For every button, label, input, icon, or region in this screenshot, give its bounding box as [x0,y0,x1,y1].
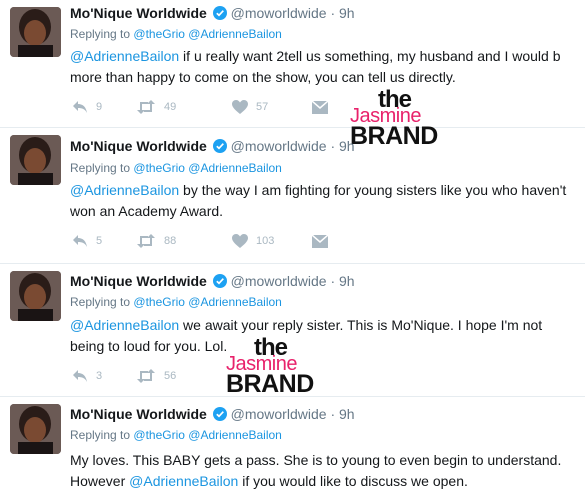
timestamp[interactable]: 9h [339,5,355,21]
tweet-header: Mo'Nique Worldwide @moworldwide · 9h [70,4,355,22]
replying-to: Replying to @theGrio @AdrienneBailon [70,428,282,443]
author-name[interactable]: Mo'Nique Worldwide [70,5,207,21]
retweet-icon [136,234,156,248]
avatar[interactable] [10,271,61,321]
author-handle[interactable]: @moworldwide [231,138,327,154]
author-handle[interactable]: @moworldwide [231,5,327,21]
avatar[interactable] [10,404,61,454]
body-mention[interactable]: @AdrienneBailon [129,473,238,489]
replying-mention[interactable]: @AdrienneBailon [188,428,282,442]
dm-button[interactable] [312,97,328,117]
like-count: 57 [256,101,269,113]
verified-badge-icon [212,6,227,20]
like-count: 103 [256,235,275,247]
reply-icon [72,100,88,114]
body-mention[interactable]: @AdrienneBailon [70,182,179,198]
tweet-3[interactable]: Mo'Nique Worldwide @moworldwide · 9h Rep… [0,264,585,397]
replying-to: Replying to @theGrio @AdrienneBailon [70,27,282,42]
replying-to: Replying to @theGrio @AdrienneBailon [70,295,282,310]
author-name[interactable]: Mo'Nique Worldwide [70,273,207,289]
replying-mention[interactable]: @AdrienneBailon [188,161,282,175]
avatar[interactable] [10,7,61,57]
replying-mention[interactable]: @theGrio [133,295,185,309]
retweet-button[interactable]: 49 [136,97,176,117]
tweet-text: @AdrienneBailon we await your reply sist… [70,315,575,357]
separator-dot: · [330,138,336,154]
tweet-header: Mo'Nique Worldwide @moworldwide · 9h [70,137,355,155]
like-button[interactable]: 57 [232,97,268,117]
retweet-count: 49 [164,101,177,113]
watermark-jasmine: Jasmine [350,105,421,127]
verified-badge-icon [212,407,227,421]
reply-count: 9 [96,101,103,113]
separator-dot: · [330,406,336,422]
reply-button[interactable]: 3 [72,366,102,386]
reply-icon [72,369,88,383]
author-name[interactable]: Mo'Nique Worldwide [70,406,207,422]
retweet-button[interactable]: 88 [136,231,176,251]
replying-mention[interactable]: @theGrio [133,27,185,41]
replying-mention[interactable]: @AdrienneBailon [188,295,282,309]
tweet-text: @AdrienneBailon if u really want 2tell u… [70,46,575,88]
body-mention[interactable]: @AdrienneBailon [70,317,179,333]
reply-button[interactable]: 9 [72,97,102,117]
heart-icon [232,234,248,248]
replying-prefix: Replying to [70,27,131,41]
tweet-4[interactable]: Mo'Nique Worldwide @moworldwide · 9h Rep… [0,397,585,493]
watermark-the: the [378,86,412,113]
author-handle[interactable]: @moworldwide [231,273,327,289]
watermark-jasmine: Jasmine [226,353,297,375]
envelope-icon [312,100,328,114]
tweet-2[interactable]: Mo'Nique Worldwide @moworldwide · 9h Rep… [0,128,585,264]
tweet-header: Mo'Nique Worldwide @moworldwide · 9h [70,405,355,423]
replying-prefix: Replying to [70,161,131,175]
replying-prefix: Replying to [70,428,131,442]
verified-badge-icon [212,139,227,153]
tweet-1[interactable]: Mo'Nique Worldwide @moworldwide · 9h Rep… [0,0,585,149]
envelope-icon [312,234,328,248]
retweet-icon [136,100,156,114]
replying-prefix: Replying to [70,295,131,309]
retweet-button[interactable]: 56 [136,366,176,386]
watermark-brand: BRAND [226,370,314,398]
body-text: if you would like to discuss we open. [238,473,468,489]
timestamp[interactable]: 9h [339,406,355,422]
tweet-text: My loves. This BABY gets a pass. She is … [70,450,575,492]
replying-to: Replying to @theGrio @AdrienneBailon [70,161,282,176]
replying-mention[interactable]: @AdrienneBailon [188,27,282,41]
dm-button[interactable] [312,231,328,251]
separator-dot: · [330,5,336,21]
reply-count: 5 [96,235,103,247]
reply-icon [72,234,88,248]
timestamp[interactable]: 9h [339,138,355,154]
avatar[interactable] [10,135,61,185]
reply-button[interactable]: 5 [72,231,102,251]
timestamp[interactable]: 9h [339,273,355,289]
author-handle[interactable]: @moworldwide [231,406,327,422]
like-button[interactable]: 103 [232,231,274,251]
replying-mention[interactable]: @theGrio [133,161,185,175]
body-mention[interactable]: @AdrienneBailon [70,48,179,64]
separator-dot: · [330,273,336,289]
author-name[interactable]: Mo'Nique Worldwide [70,138,207,154]
reply-count: 3 [96,370,103,382]
tweet-header: Mo'Nique Worldwide @moworldwide · 9h [70,272,355,290]
retweet-icon [136,369,156,383]
heart-icon [232,100,248,114]
verified-badge-icon [212,274,227,288]
replying-mention[interactable]: @theGrio [133,428,185,442]
tweet-text: @AdrienneBailon by the way I am fighting… [70,180,575,222]
retweet-count: 88 [164,235,177,247]
retweet-count: 56 [164,370,177,382]
